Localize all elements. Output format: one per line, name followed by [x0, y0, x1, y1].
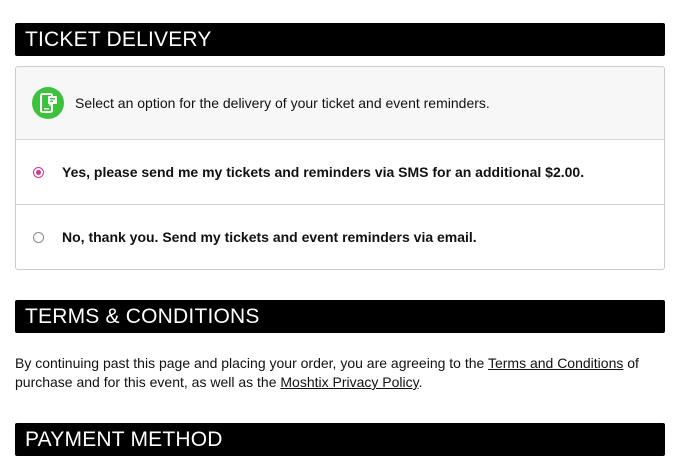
- ticket-delivery-panel: Select an option for the delivery of you…: [15, 66, 665, 270]
- sms-delivery-label[interactable]: Yes, please send me my tickets and remin…: [62, 164, 584, 180]
- terms-and-conditions-link[interactable]: Terms and Conditions: [488, 355, 623, 371]
- terms-text-part1: By continuing past this page and placing…: [15, 355, 488, 371]
- email-delivery-label[interactable]: No, thank you. Send my tickets and event…: [62, 229, 477, 245]
- email-delivery-option[interactable]: No, thank you. Send my tickets and event…: [16, 205, 664, 269]
- privacy-policy-link[interactable]: Moshtix Privacy Policy: [280, 374, 418, 390]
- payment-method-header: PAYMENT METHOD: [15, 423, 665, 456]
- ticket-delivery-header: TICKET DELIVERY: [15, 23, 665, 56]
- delivery-info-bar: Select an option for the delivery of you…: [16, 67, 664, 140]
- terms-paragraph: By continuing past this page and placing…: [15, 354, 655, 392]
- email-delivery-radio[interactable]: [33, 232, 44, 243]
- sms-phone-icon: [32, 87, 64, 119]
- terms-text-part3: .: [418, 374, 423, 390]
- sms-delivery-option[interactable]: Yes, please send me my tickets and remin…: [16, 140, 664, 205]
- sms-delivery-radio[interactable]: [33, 167, 44, 178]
- delivery-info-text: Select an option for the delivery of you…: [75, 95, 490, 111]
- terms-conditions-header: TERMS & CONDITIONS: [15, 300, 665, 333]
